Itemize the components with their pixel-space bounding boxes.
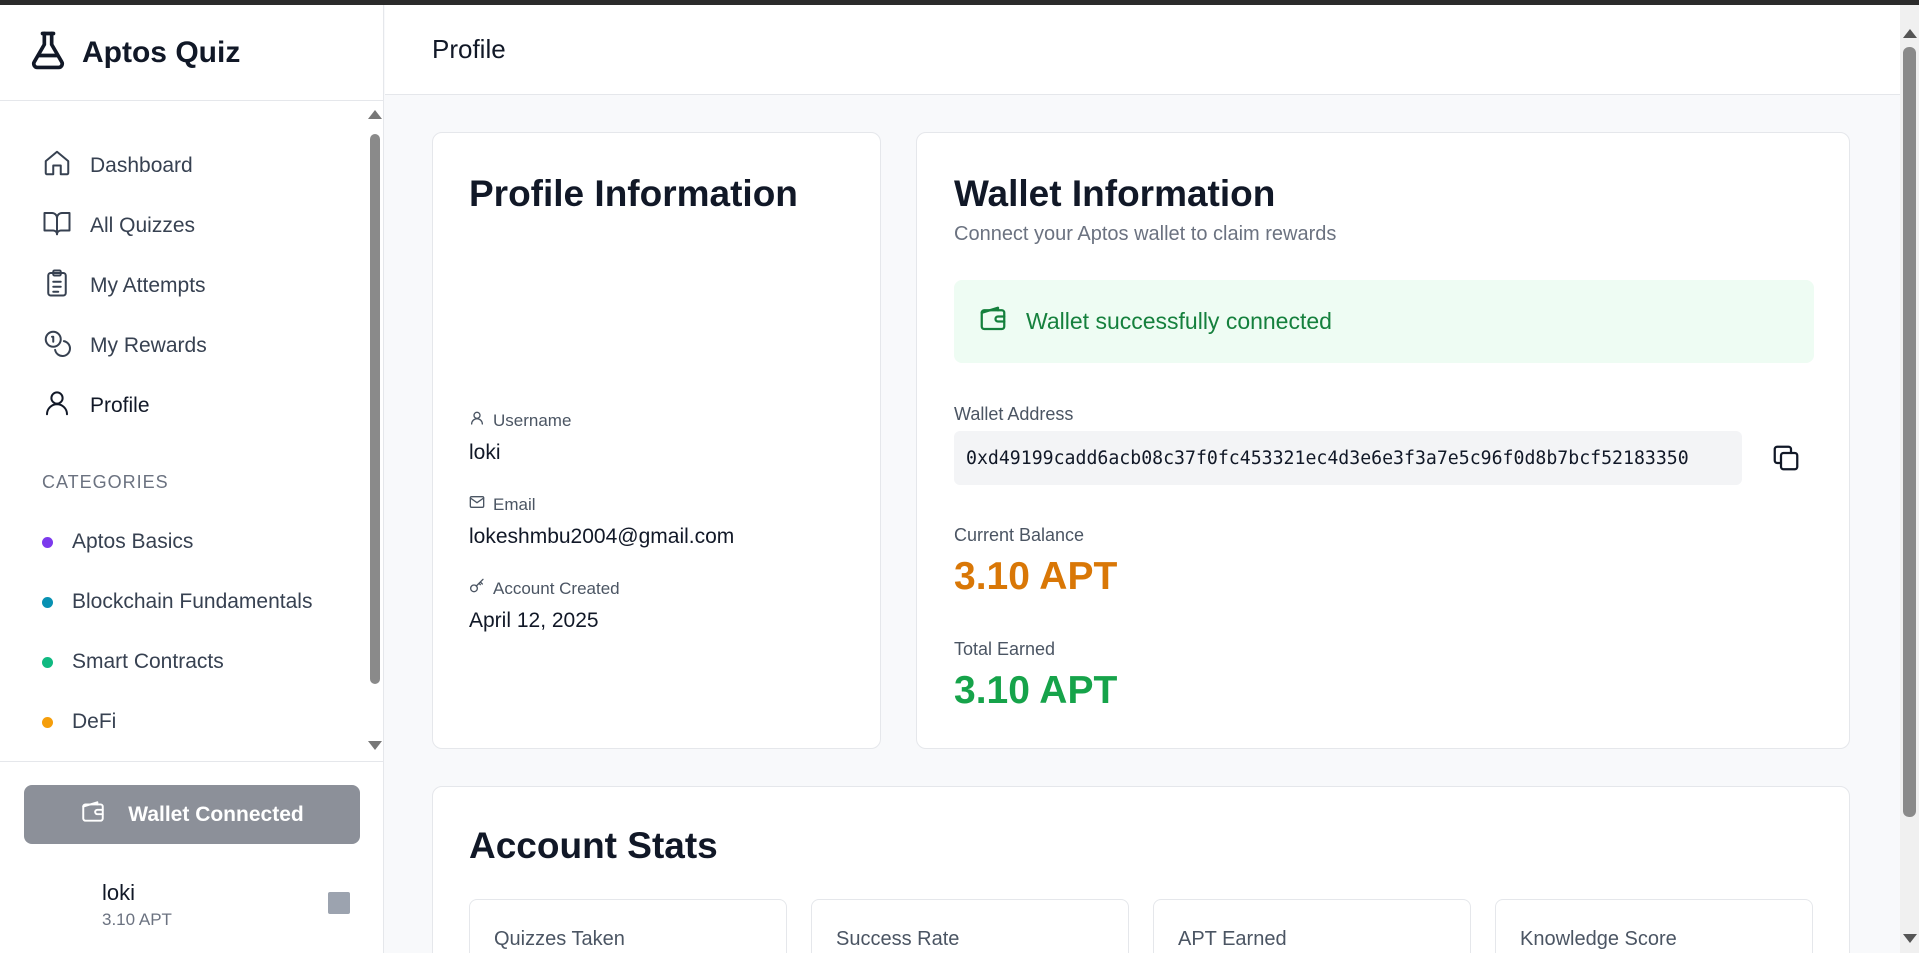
stat-label: Success Rate — [836, 928, 960, 950]
nav-label: My Rewards — [90, 334, 207, 357]
scroll-thumb[interactable] — [370, 134, 380, 684]
profile-card-title: Profile Information — [469, 173, 798, 214]
stat-knowledge-score: Knowledge Score — [1495, 899, 1813, 953]
scroll-thumb[interactable] — [1903, 47, 1916, 817]
total-earned-label: Total Earned — [954, 639, 1056, 659]
profile-information-card: Profile Information Username loki Email … — [432, 132, 881, 749]
scroll-down-arrow-icon[interactable] — [1903, 934, 1917, 943]
nav-item-my-attempts[interactable]: My Attempts — [0, 256, 384, 316]
username-value: loki — [469, 441, 501, 464]
wallet-connected-button[interactable]: Wallet Connected — [24, 785, 360, 844]
user-balance: 3.10 APT — [102, 910, 172, 929]
wallet-address-field[interactable]: 0xd49199cadd6acb08c37f0fc453321ec4d3e6e3… — [954, 431, 1742, 485]
nav-item-profile[interactable]: Profile — [0, 376, 384, 436]
stat-label: Knowledge Score — [1520, 928, 1677, 950]
wallet-card-subtitle: Connect your Aptos wallet to claim rewar… — [954, 223, 1337, 245]
sidebar-footer: Wallet Connected loki 3.10 APT — [0, 761, 384, 953]
category-blockchain-fundamentals[interactable]: Blockchain Fundamentals — [0, 572, 384, 632]
category-defi[interactable]: DeFi — [0, 692, 384, 752]
categories-heading: CATEGORIES — [42, 472, 169, 492]
email-label-text: Email — [493, 494, 536, 514]
stat-success-rate: Success Rate — [811, 899, 1129, 953]
current-balance-value: 3.10 APT — [954, 555, 1118, 598]
email-field: Email lokeshmbu2004@gmail.com — [469, 494, 734, 549]
page-title: Profile — [432, 34, 506, 64]
account-created-field: Account Created April 12, 2025 — [469, 578, 620, 633]
email-label: Email — [469, 494, 734, 515]
key-icon — [469, 578, 493, 599]
user-icon — [42, 388, 90, 424]
wallet-button-label: Wallet Connected — [128, 802, 304, 826]
sidebar: Aptos Quiz Dashboard All Quizzes My Atte… — [0, 5, 384, 953]
nav-label: Profile — [90, 394, 150, 417]
category-dot — [42, 596, 53, 608]
category-dot — [42, 656, 53, 668]
category-label: Blockchain Fundamentals — [72, 590, 313, 613]
brand[interactable]: Aptos Quiz — [0, 5, 383, 101]
scroll-down-arrow-icon[interactable] — [368, 741, 382, 750]
username-field: Username loki — [469, 410, 571, 465]
account-created-value: April 12, 2025 — [469, 609, 599, 632]
main-nav: Dashboard All Quizzes My Attempts My Rew… — [0, 102, 384, 436]
wallet-icon — [978, 304, 1026, 340]
category-label: Aptos Basics — [72, 530, 194, 553]
nav-label: Dashboard — [90, 154, 193, 177]
wallet-status-text: Wallet successfully connected — [1026, 308, 1332, 334]
current-user: loki 3.10 APT — [102, 880, 172, 930]
stat-label: Quizzes Taken — [494, 928, 625, 950]
current-balance-label: Current Balance — [954, 525, 1085, 545]
wallet-icon — [80, 799, 128, 831]
nav-label: All Quizzes — [90, 214, 196, 237]
stat-quizzes-taken: Quizzes Taken — [469, 899, 787, 953]
category-aptos-basics[interactable]: Aptos Basics — [0, 512, 384, 572]
sidebar-scrollbar[interactable] — [368, 110, 382, 750]
user-menu-icon[interactable] — [328, 892, 350, 914]
user-name: loki — [102, 880, 136, 905]
username-label-text: Username — [493, 410, 572, 430]
book-open-icon — [42, 208, 90, 244]
category-label: DeFi — [72, 710, 117, 733]
mail-icon — [469, 494, 493, 515]
scroll-up-arrow-icon[interactable] — [1903, 29, 1917, 38]
category-label: Smart Contracts — [72, 650, 224, 673]
window-scrollbar[interactable] — [1900, 5, 1919, 953]
nav-item-my-rewards[interactable]: My Rewards — [0, 316, 384, 376]
home-icon — [42, 148, 90, 184]
user-icon — [469, 410, 493, 431]
account-stats-title: Account Stats — [469, 825, 718, 866]
nav-label: My Attempts — [90, 274, 206, 297]
categories-list: Aptos Basics Blockchain Fundamentals Sma… — [0, 512, 384, 752]
wallet-information-card: Wallet Information Connect your Aptos wa… — [916, 132, 1850, 749]
wallet-card-title: Wallet Information — [954, 173, 1276, 214]
sidebar-scroll-area: Dashboard All Quizzes My Attempts My Rew… — [0, 102, 384, 762]
category-dot — [42, 536, 53, 548]
coins-icon — [42, 328, 90, 364]
flask-icon — [26, 28, 70, 77]
category-dot — [42, 716, 53, 728]
stat-apt-earned: APT Earned — [1153, 899, 1471, 953]
account-stats-card: Account Stats Quizzes Taken Success Rate… — [432, 786, 1850, 953]
stat-label: APT Earned — [1178, 928, 1287, 950]
wallet-address-label: Wallet Address — [954, 404, 1074, 424]
nav-item-dashboard[interactable]: Dashboard — [0, 136, 384, 196]
copy-icon[interactable] — [1771, 443, 1801, 473]
category-smart-contracts[interactable]: Smart Contracts — [0, 632, 384, 692]
scroll-up-arrow-icon[interactable] — [368, 110, 382, 119]
clipboard-list-icon — [42, 268, 90, 304]
username-label: Username — [469, 410, 571, 431]
nav-item-all-quizzes[interactable]: All Quizzes — [0, 196, 384, 256]
total-earned-value: 3.10 APT — [954, 669, 1118, 712]
app-title: Aptos Quiz — [82, 35, 241, 69]
account-created-label: Account Created — [469, 578, 620, 599]
email-value: lokeshmbu2004@gmail.com — [469, 525, 735, 548]
wallet-connected-alert: Wallet successfully connected — [954, 280, 1814, 363]
top-bar: Profile — [385, 5, 1900, 95]
account-created-label-text: Account Created — [493, 578, 620, 598]
app-window: Aptos Quiz Dashboard All Quizzes My Atte… — [0, 5, 1900, 953]
